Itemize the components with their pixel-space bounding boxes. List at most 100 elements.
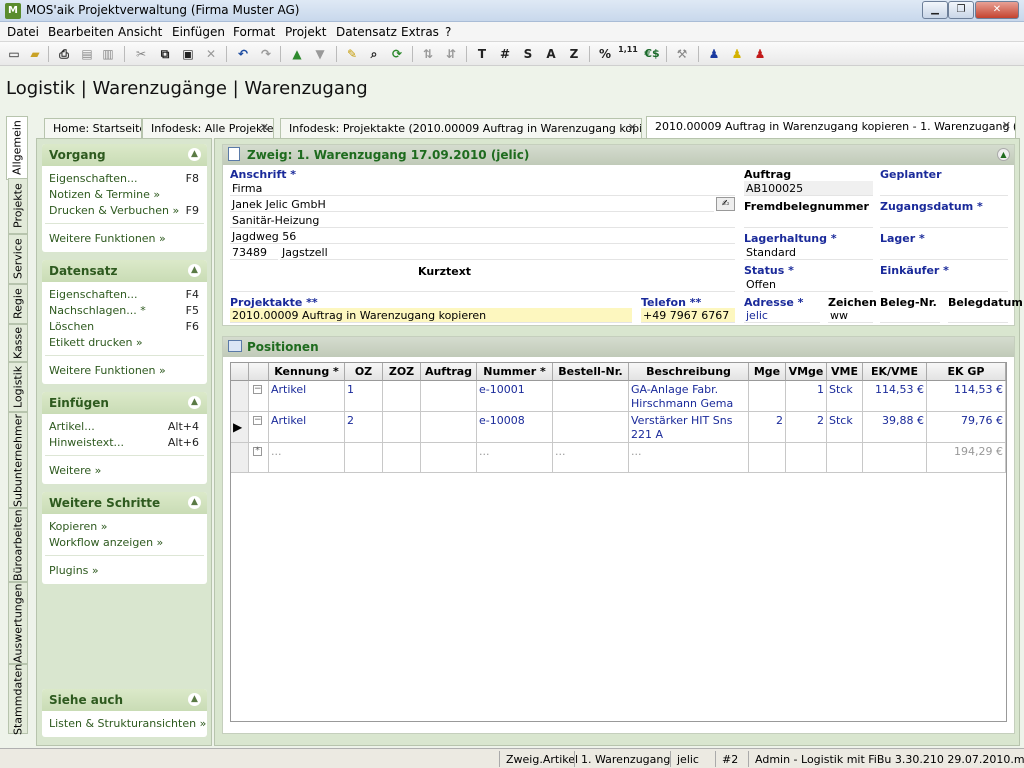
zeichen-field[interactable]: ww bbox=[828, 308, 873, 323]
delete-icon[interactable]: ✕ bbox=[203, 46, 219, 62]
sidebar-etikett[interactable]: Etikett drucken » bbox=[49, 336, 143, 349]
sidebar-eigenschaften[interactable]: Eigenschaften... bbox=[49, 172, 137, 185]
col-ekvme[interactable]: EK/VME bbox=[863, 363, 927, 381]
cell-vmge[interactable]: 2 bbox=[786, 412, 827, 443]
telefon-field[interactable]: +49 7967 6767 bbox=[641, 308, 735, 323]
sidebar-notizen[interactable]: Notizen & Termine » bbox=[49, 188, 160, 201]
col-vmge[interactable]: VMge bbox=[786, 363, 827, 381]
number-format-button[interactable]: 1,11 bbox=[617, 46, 639, 62]
ort-field[interactable]: Jagstzell bbox=[280, 245, 735, 260]
cell-zoz[interactable] bbox=[383, 381, 421, 412]
format-s-button[interactable]: S bbox=[520, 46, 536, 62]
close-tab-icon[interactable]: ✕ bbox=[1002, 119, 1011, 132]
cut-icon[interactable]: ✂ bbox=[133, 46, 149, 62]
search-icon[interactable]: ⌕ bbox=[366, 46, 382, 62]
move-down-icon[interactable]: ▼ bbox=[312, 46, 328, 62]
menu-datei[interactable]: Datei bbox=[7, 25, 39, 39]
menu-bearbeiten[interactable]: Bearbeiten bbox=[48, 25, 114, 39]
sidebar-ds-weitere[interactable]: Weitere Funktionen » bbox=[49, 364, 166, 377]
auftrag-field[interactable]: AB100025 bbox=[744, 181, 873, 196]
cell-oz[interactable]: 2 bbox=[345, 412, 383, 443]
tab-projektakte[interactable]: Infodesk: Projektakte (2010.00009 Auftra… bbox=[280, 118, 642, 138]
cell-ekvme[interactable]: 39,88 € bbox=[863, 412, 927, 443]
sidebar-loeschen[interactable]: Löschen bbox=[49, 320, 94, 333]
new-cell[interactable] bbox=[827, 443, 863, 473]
new-row-star-icon[interactable]: * bbox=[253, 447, 262, 456]
new-cell[interactable] bbox=[421, 443, 477, 473]
vtab-stammdaten[interactable]: Stammdaten bbox=[8, 663, 28, 735]
current-row-arrow-icon[interactable]: ▶ bbox=[231, 412, 249, 443]
vtab-auswertungen[interactable]: Auswertungen bbox=[8, 582, 28, 664]
table-row[interactable]: − bbox=[249, 381, 269, 412]
cell-ekgp[interactable]: 79,76 € bbox=[927, 412, 1006, 443]
user-yellow-icon[interactable]: ♟ bbox=[729, 46, 745, 62]
cell-auftrag[interactable] bbox=[421, 381, 477, 412]
cell-beschreibung[interactable]: GA-Anlage Fabr. Hirschmann Gema 11 bbox=[629, 381, 749, 412]
vtab-bueroarbeiten[interactable]: Büroarbeiten bbox=[8, 508, 28, 582]
col-kennung[interactable]: Kennung * bbox=[269, 363, 345, 381]
cell-beschreibung[interactable]: Verstärker HIT Sns 221 A bbox=[629, 412, 749, 443]
paste-icon[interactable]: ▣ bbox=[180, 46, 196, 62]
sidebar-listen[interactable]: Listen & Strukturansichten » bbox=[49, 717, 206, 730]
close-tab-icon[interactable]: ✕ bbox=[260, 121, 269, 134]
sort-desc-icon[interactable]: ⇵ bbox=[443, 46, 459, 62]
move-up-icon[interactable]: ▲ bbox=[289, 46, 305, 62]
format-hash-button[interactable]: # bbox=[497, 46, 513, 62]
anschrift-line-4[interactable]: Jagdweg 56 bbox=[230, 229, 735, 244]
menu-format[interactable]: Format bbox=[233, 25, 275, 39]
cell-oz[interactable]: 1 bbox=[345, 381, 383, 412]
status-field[interactable]: Offen bbox=[744, 277, 873, 292]
col-vme[interactable]: VME bbox=[827, 363, 863, 381]
format-a-button[interactable]: A bbox=[543, 46, 559, 62]
close-tab-icon[interactable]: ✕ bbox=[628, 121, 637, 134]
einkaeufer-field[interactable] bbox=[880, 277, 1008, 292]
close-button[interactable]: ✕ bbox=[975, 1, 1019, 19]
new-cell[interactable] bbox=[863, 443, 927, 473]
new-cell-nummer[interactable]: ... bbox=[477, 443, 553, 473]
col-auftrag[interactable]: Auftrag bbox=[421, 363, 477, 381]
cell-vme[interactable]: Stck bbox=[827, 412, 863, 443]
new-cell-bestell[interactable]: ... bbox=[553, 443, 629, 473]
sidebar-kopieren[interactable]: Kopieren » bbox=[49, 520, 107, 533]
lager-field[interactable] bbox=[880, 245, 1008, 260]
vtab-subunternehmer[interactable]: Subunternehmer bbox=[8, 412, 28, 508]
cell-kennung[interactable]: Artikel bbox=[269, 412, 345, 443]
user-blue-icon[interactable]: ♟ bbox=[706, 46, 722, 62]
sidebar-hinweistext[interactable]: Hinweistext... bbox=[49, 436, 124, 449]
tab-home[interactable]: Home: Startseite bbox=[44, 118, 142, 138]
vtab-allgemein[interactable]: Allgemein bbox=[6, 116, 28, 180]
chevron-up-icon[interactable]: ▲ bbox=[188, 264, 201, 277]
user-red-icon[interactable]: ♟ bbox=[752, 46, 768, 62]
plz-field[interactable]: 73489 bbox=[230, 245, 278, 260]
fremdbeleg-field[interactable] bbox=[744, 213, 873, 228]
sidebar-siehe-title[interactable]: Siehe auch ▲ bbox=[42, 689, 207, 711]
tab-alle-projekte[interactable]: Infodesk: Alle Projekte ✕ bbox=[142, 118, 274, 138]
chevron-up-icon[interactable]: ▲ bbox=[188, 148, 201, 161]
projektakte-field[interactable]: 2010.00009 Auftrag in Warenzugang kopier… bbox=[230, 308, 632, 323]
menu-datensatz[interactable]: Datensatz bbox=[336, 25, 397, 39]
cell-bestell[interactable] bbox=[553, 412, 629, 443]
menu-einfuegen[interactable]: Einfügen bbox=[172, 25, 225, 39]
percent-button[interactable]: % bbox=[597, 46, 613, 62]
belegdatum-field[interactable] bbox=[948, 308, 1008, 323]
sidebar-vorgang-title[interactable]: Vorgang ▲ bbox=[42, 144, 207, 166]
anschrift-line-1[interactable]: Firma bbox=[230, 181, 735, 196]
vtab-regie[interactable]: Regie bbox=[8, 284, 28, 324]
currency-button[interactable]: €$ bbox=[642, 46, 662, 62]
new-cell[interactable] bbox=[786, 443, 827, 473]
cell-vme[interactable]: Stck bbox=[827, 381, 863, 412]
new-cell-beschreibung[interactable]: ... bbox=[629, 443, 749, 473]
anschrift-line-2[interactable]: Janek Jelic GmbH bbox=[230, 197, 714, 212]
cell-ekvme[interactable]: 114,53 € bbox=[863, 381, 927, 412]
sidebar-datensatz-title[interactable]: Datensatz ▲ bbox=[42, 260, 207, 282]
restore-button[interactable]: ❐ bbox=[948, 1, 974, 19]
lagerhaltung-field[interactable]: Standard bbox=[744, 245, 873, 260]
new-document-icon[interactable]: ▭ bbox=[6, 46, 22, 62]
col-ekgp[interactable]: EK GP bbox=[927, 363, 1006, 381]
row-indicator[interactable] bbox=[231, 443, 249, 473]
col-bestell[interactable]: Bestell-Nr. bbox=[553, 363, 629, 381]
row-indicator[interactable] bbox=[231, 381, 249, 412]
minimize-button[interactable]: ▁ bbox=[922, 1, 948, 19]
zugangsdatum-field[interactable] bbox=[880, 213, 1008, 228]
expand-row-icon[interactable]: − bbox=[253, 416, 262, 425]
